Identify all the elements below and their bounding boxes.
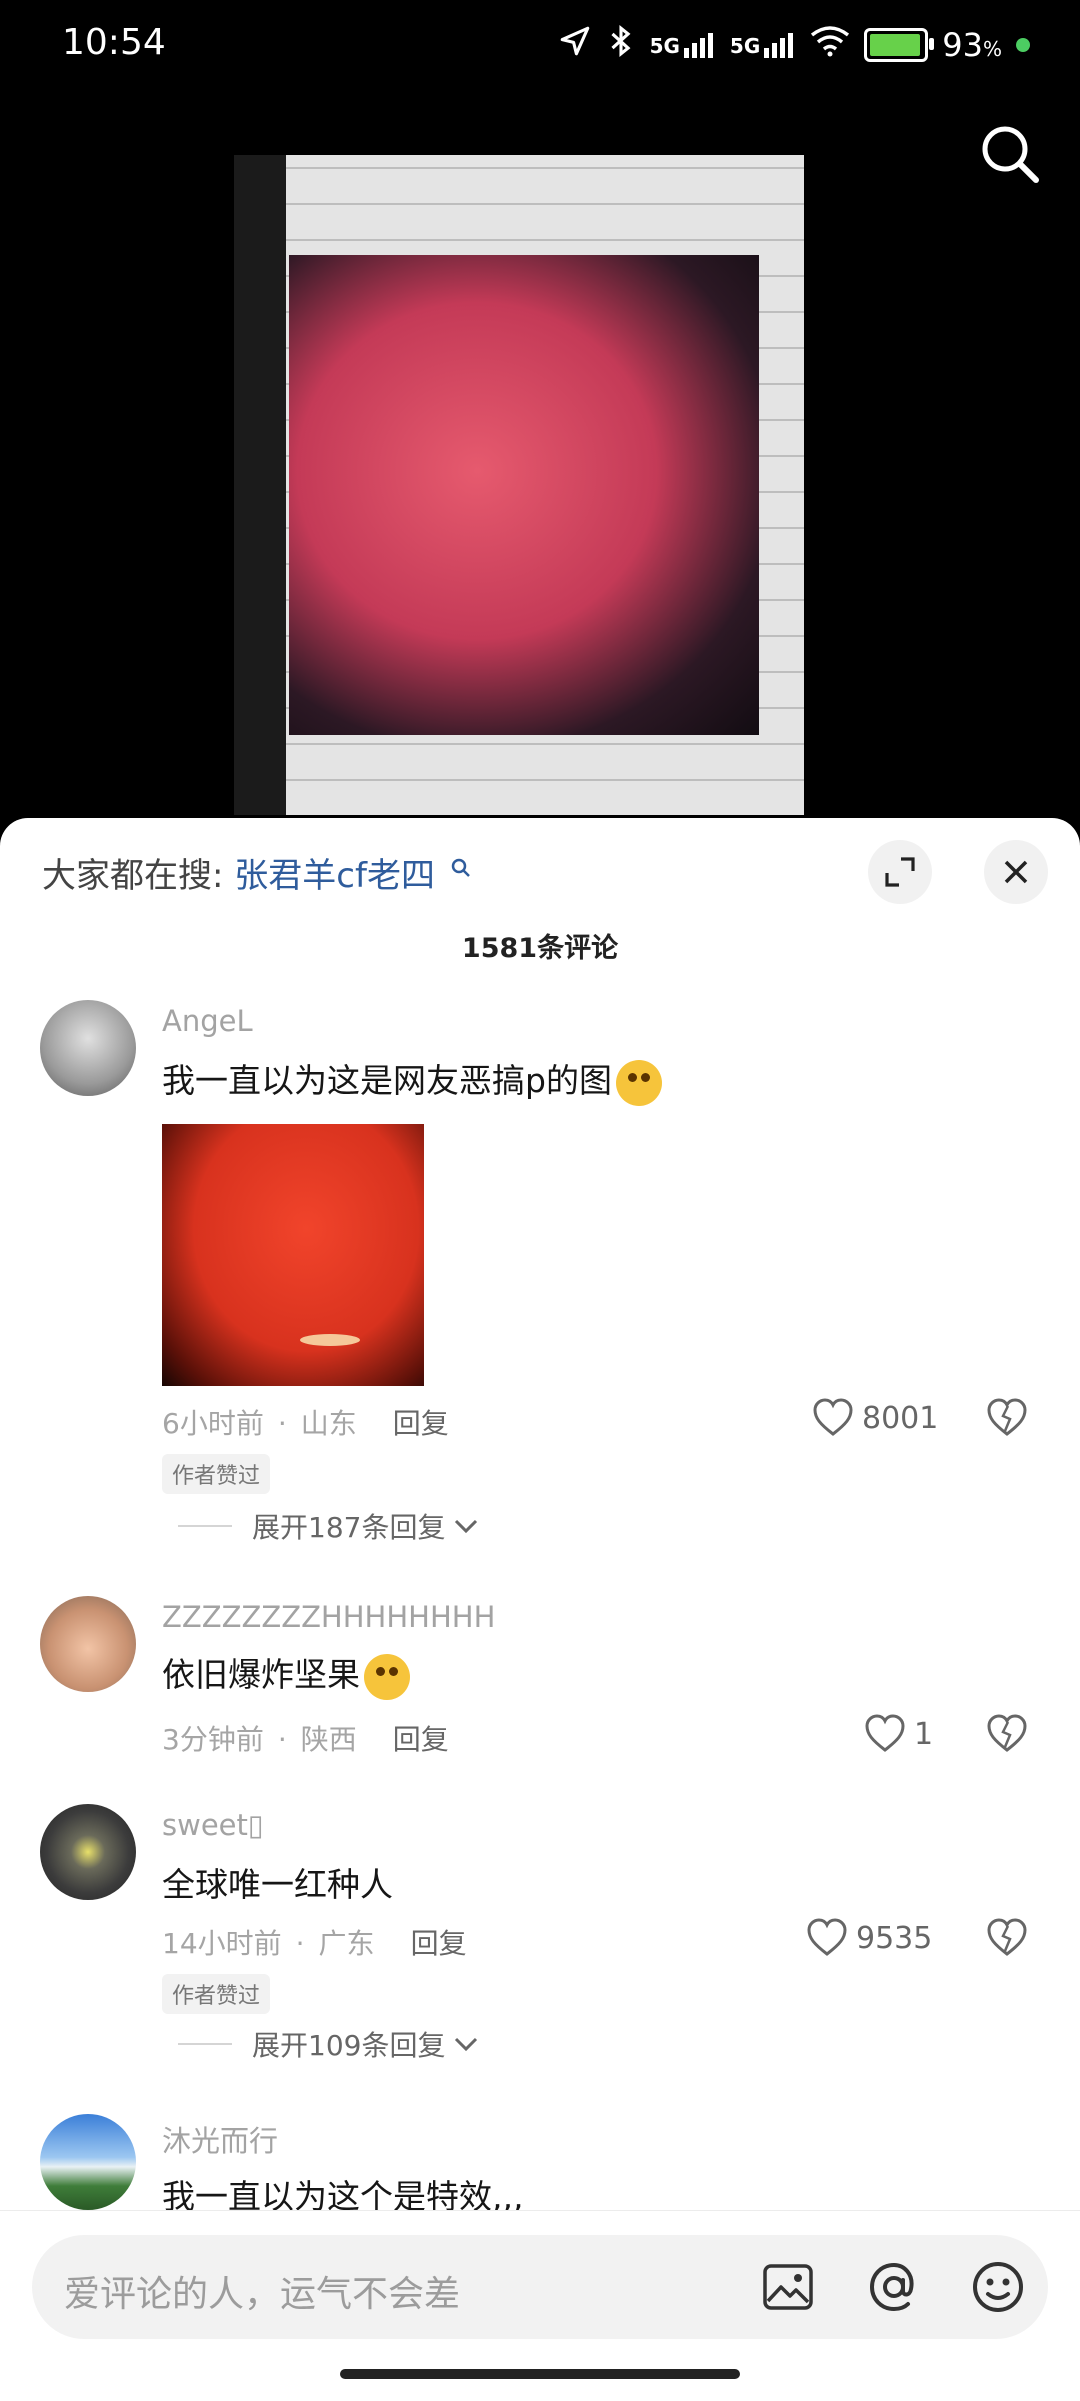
like-count: 9535 — [856, 1920, 933, 1956]
bluetooth-icon — [606, 24, 636, 66]
comment-text: 全球唯一红种人 — [162, 1865, 393, 1904]
avatar[interactable] — [40, 1596, 136, 1692]
expand-icon — [885, 857, 915, 887]
home-indicator[interactable] — [340, 2369, 740, 2379]
author-liked-badge: 作者赞过 — [162, 1974, 271, 2014]
comment-author[interactable]: 沐光而行 — [162, 2118, 278, 2160]
dislike-button[interactable] — [986, 1714, 1028, 1758]
emoji-icon[interactable] — [970, 2259, 1026, 2315]
avatar[interactable] — [40, 2114, 136, 2210]
like-count: 8001 — [862, 1400, 939, 1436]
heart-icon — [865, 1714, 905, 1752]
reply-button[interactable]: 回复 — [393, 1723, 449, 1756]
hot-search-keyword[interactable]: 张君羊cf老四 — [234, 856, 435, 896]
cellular-signal-icon: 5G — [650, 32, 716, 58]
video-content-face — [289, 255, 759, 735]
hot-search-prefix: 大家都在搜: — [42, 856, 224, 896]
emoji-dizzy-icon — [615, 1059, 662, 1106]
expand-replies-button[interactable]: 展开187条回复 — [178, 1506, 479, 1546]
expand-sheet-button[interactable] — [868, 840, 932, 904]
reply-button[interactable]: 回复 — [393, 1407, 449, 1440]
dislike-button[interactable] — [986, 1918, 1028, 1962]
like-button[interactable]: 9535 — [806, 1918, 932, 1958]
status-icons: 5G 5G 93% — [558, 24, 1030, 66]
broken-heart-icon — [987, 1714, 1027, 1752]
heart-icon — [813, 1398, 853, 1436]
comment-image[interactable] — [162, 1124, 424, 1386]
dislike-button[interactable] — [986, 1398, 1028, 1442]
close-icon — [1004, 860, 1028, 884]
battery-percent: 93% — [942, 26, 1002, 64]
comment-meta: 3分钟前 · 陕西 回复 — [162, 1723, 449, 1756]
search-small-icon — [450, 848, 472, 888]
comment-text: 依旧爆炸坚果 — [162, 1648, 410, 1700]
comment-input-placeholder: 爱评论的人，运气不会差 — [64, 2274, 461, 2315]
broken-heart-icon — [987, 1918, 1027, 1956]
comment-count: 1581条评论 — [461, 933, 619, 964]
like-button[interactable]: 1 — [864, 1714, 933, 1754]
broken-heart-icon — [987, 1398, 1027, 1436]
comment-author[interactable]: sweet▯ — [162, 1808, 264, 1842]
comment-text: 我一直以为这是网友恶搞p的图 — [162, 1054, 662, 1106]
comment-meta: 6小时前 · 山东 回复 — [162, 1407, 449, 1440]
emoji-laughing-crying-icon — [364, 1653, 410, 1700]
mention-icon[interactable] — [866, 2259, 922, 2315]
status-time: 10:54 — [62, 22, 166, 63]
comment-meta: 14小时前 · 广东 回复 — [162, 1927, 467, 1960]
status-bar: 10:54 5G 5G 93% — [0, 0, 1080, 90]
avatar[interactable] — [40, 1000, 136, 1096]
close-button[interactable] — [984, 840, 1048, 904]
like-button[interactable]: 8001 — [812, 1398, 938, 1438]
expand-replies-button[interactable]: 展开109条回复 — [178, 2024, 479, 2064]
heart-icon — [807, 1918, 847, 1956]
cellular-signal-icon-2: 5G — [730, 32, 796, 58]
privacy-indicator-dot — [1016, 38, 1030, 52]
search-icon[interactable] — [978, 122, 1042, 186]
like-count: 1 — [914, 1716, 934, 1752]
video-side-shadow — [234, 155, 286, 815]
comment-input[interactable]: 爱评论的人，运气不会差 — [32, 2235, 1048, 2339]
image-icon[interactable] — [760, 2259, 816, 2315]
chevron-down-icon — [455, 2037, 478, 2052]
comment-author[interactable]: AngeL — [162, 1004, 253, 1038]
avatar[interactable] — [40, 1804, 136, 1900]
hot-search[interactable]: 大家都在搜: 张君羊cf老四 — [42, 848, 472, 897]
comment-input-bar: 爱评论的人，运气不会差 — [0, 2210, 1080, 2401]
comment-sheet: 大家都在搜: 张君羊cf老四 1581条评论 AngeL 我一直以为这是网友恶搞… — [0, 818, 1080, 2400]
battery-icon — [864, 28, 935, 62]
comment-author[interactable]: ZZZZZZZZHHHHHHHH — [162, 1600, 495, 1634]
chevron-down-icon — [455, 1519, 478, 1534]
video-player[interactable] — [234, 155, 804, 815]
location-icon — [558, 24, 592, 66]
author-liked-badge: 作者赞过 — [162, 1454, 271, 1494]
wifi-icon — [810, 25, 850, 65]
reply-button[interactable]: 回复 — [411, 1927, 467, 1960]
